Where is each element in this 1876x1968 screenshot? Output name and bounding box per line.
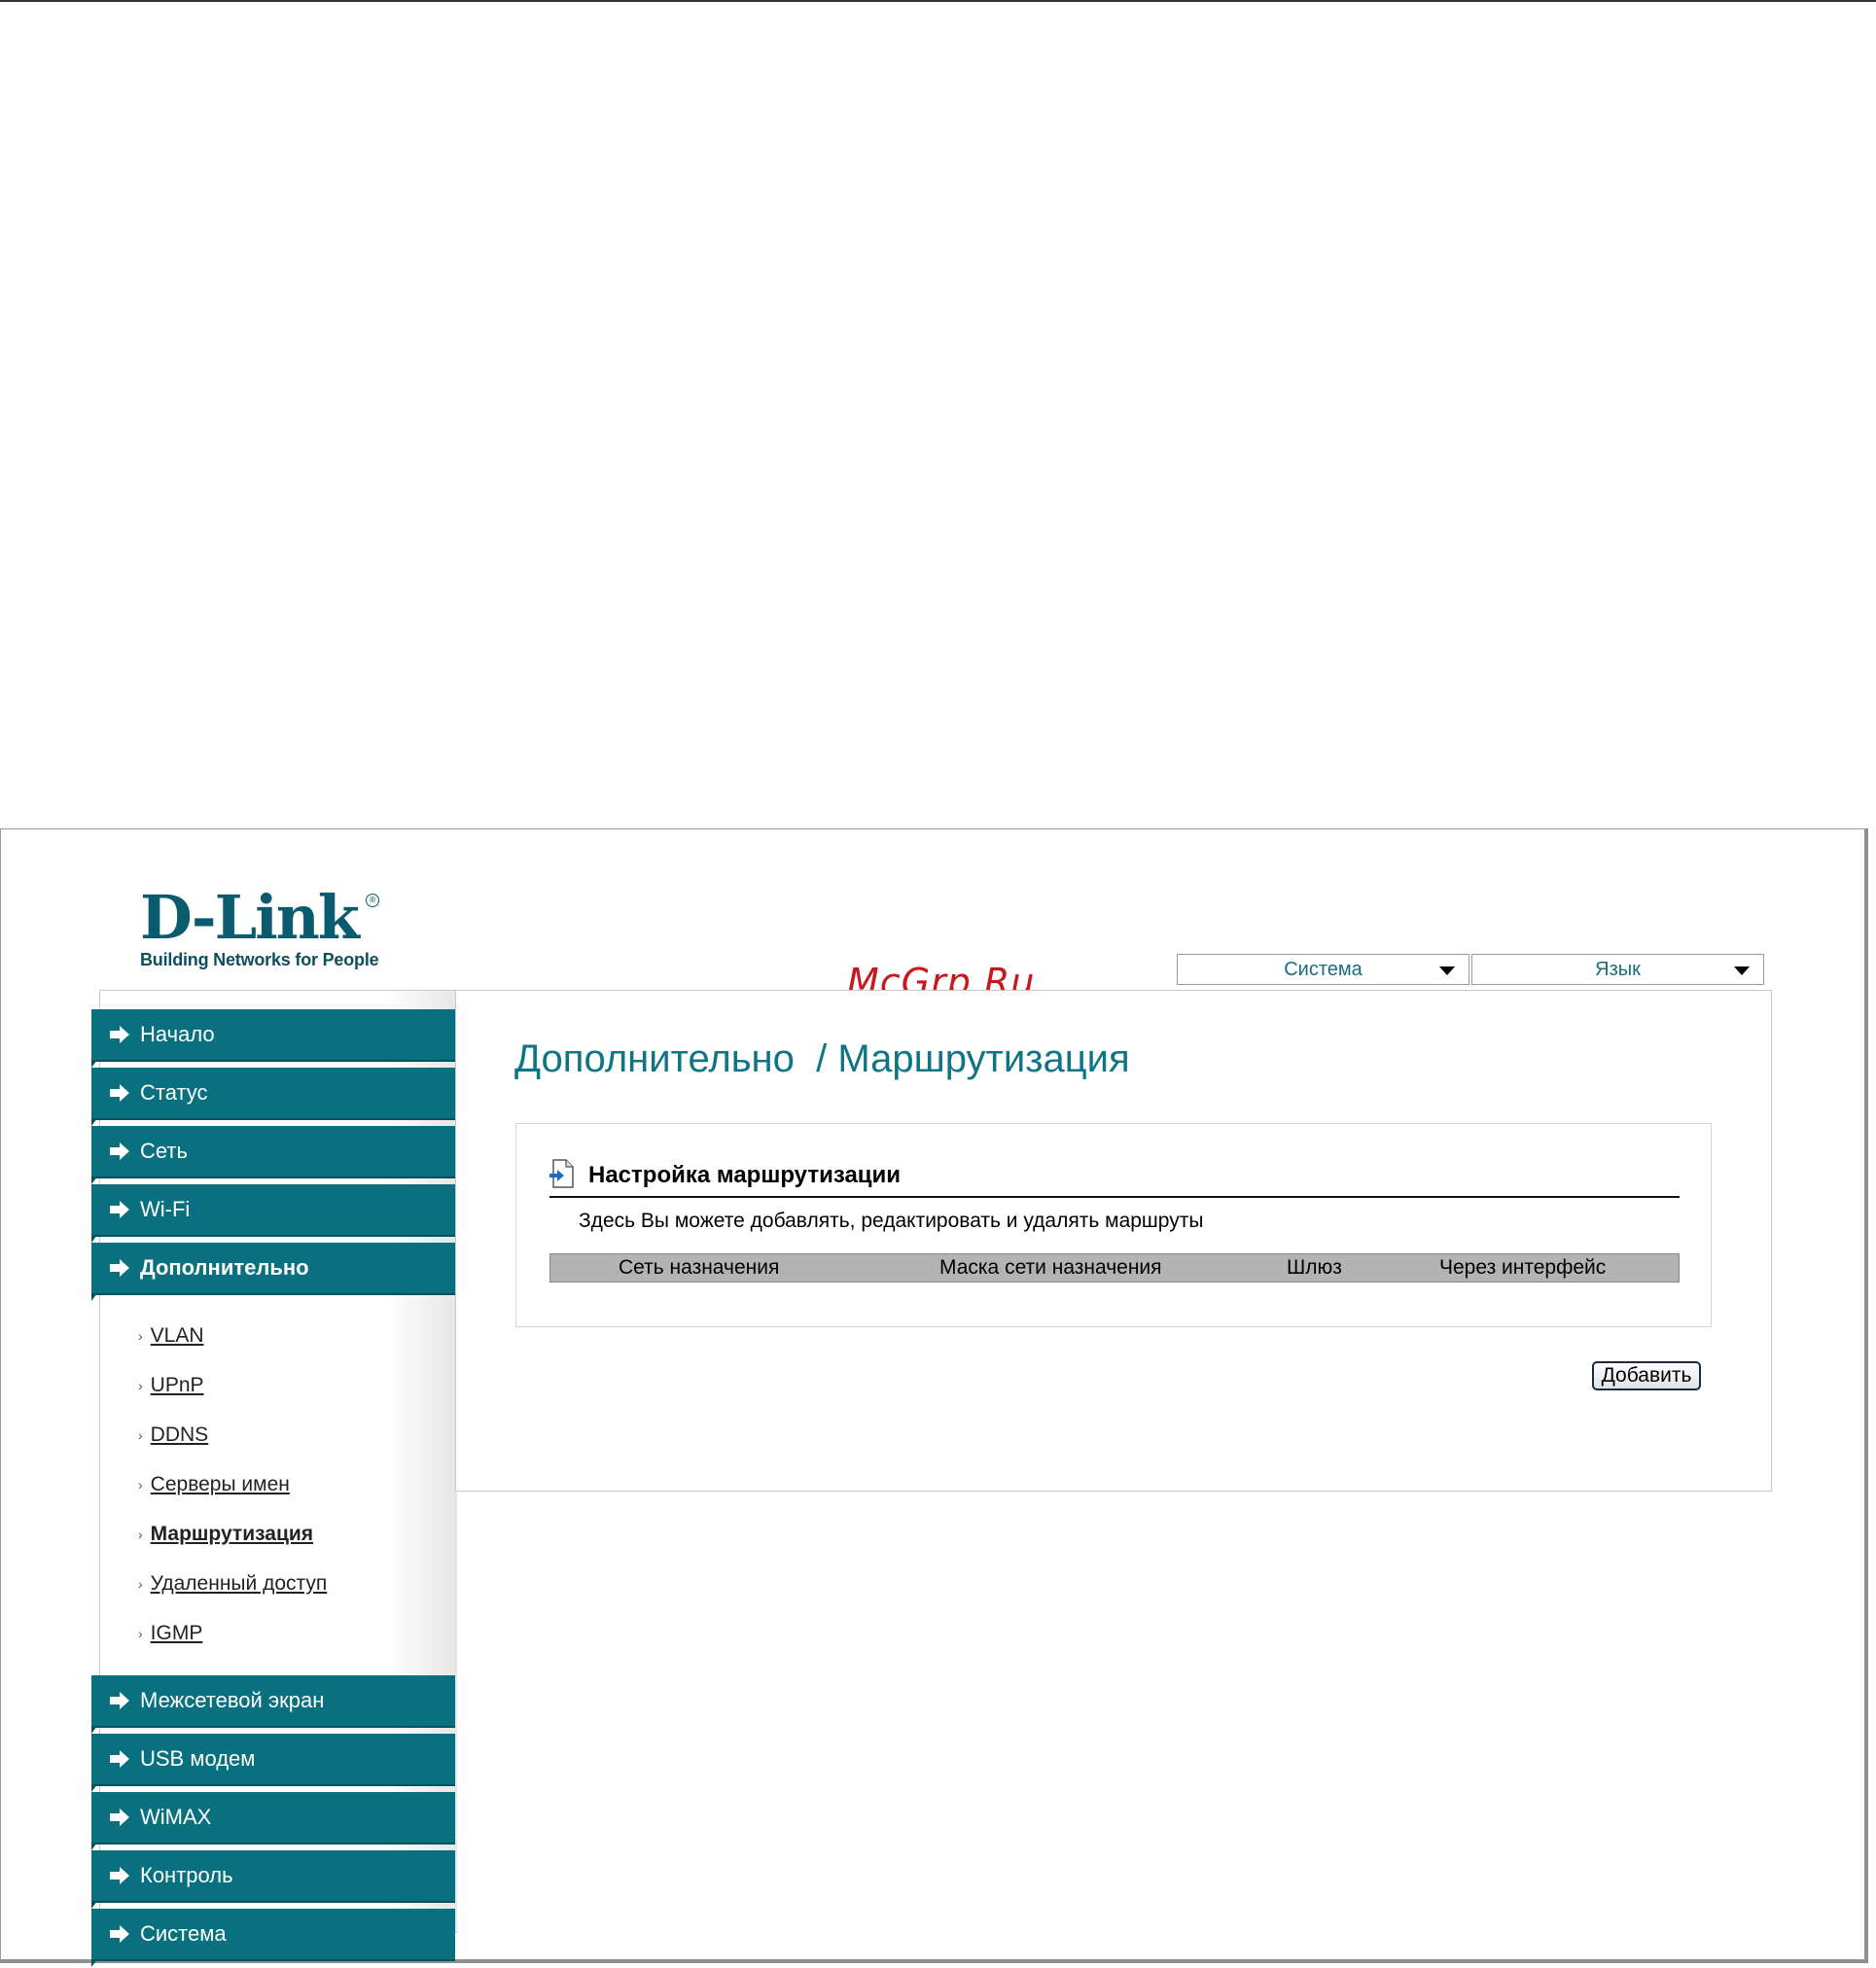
submenu-link-upnp[interactable]: UPnP <box>151 1374 204 1397</box>
sidebar-item-control[interactable]: Контроль <box>91 1850 455 1909</box>
page-title: Дополнительно / Маршрутизация <box>514 1037 1130 1080</box>
arrow-right-icon <box>109 1749 130 1769</box>
router-admin-window: D-Link ® Building Networks for People Си… <box>0 828 1868 1967</box>
sidebar-item-system[interactable]: Система <box>91 1909 455 1967</box>
top-rule <box>0 0 1876 2</box>
section-header: Настройка маршрутизации <box>549 1159 901 1192</box>
submenu-item-vlan: › VLAN <box>138 1311 455 1360</box>
sidebar-item-label: WiMAX <box>140 1805 212 1829</box>
column-header-destination: Сеть назначения <box>619 1256 780 1279</box>
registered-mark: ® <box>366 894 379 907</box>
submenu-link-vlan[interactable]: VLAN <box>151 1324 204 1348</box>
submenu-item-routing: › Маршрутизация <box>138 1509 455 1559</box>
sidebar-item-label: Система <box>140 1921 227 1946</box>
content-panel: Дополнительно / Маршрутизация Настройка … <box>455 990 1772 1492</box>
sidebar-item-status[interactable]: Статус <box>91 1068 455 1126</box>
bullet-icon: › <box>138 1476 143 1493</box>
sidebar-item-label: Сеть <box>140 1139 188 1163</box>
system-select[interactable]: Система <box>1177 954 1469 985</box>
submenu-link-dns[interactable]: Серверы имен <box>151 1473 290 1496</box>
sidebar-item-network[interactable]: Сеть <box>91 1126 455 1184</box>
bullet-icon: › <box>138 1526 143 1542</box>
sidebar-item-label: Начало <box>140 1022 215 1046</box>
routes-table-header: Сеть назначения Маска сети назначения Шл… <box>549 1253 1680 1283</box>
sidebar-item-firewall[interactable]: Межсетевой экран <box>91 1675 455 1734</box>
bullet-icon: › <box>138 1426 143 1443</box>
sidebar-item-usb-modem[interactable]: USB модем <box>91 1734 455 1792</box>
sidebar-item-advanced[interactable]: Дополнительно <box>91 1243 455 1301</box>
chevron-down-icon <box>1439 966 1455 975</box>
bullet-icon: › <box>138 1377 143 1393</box>
page-arrow-icon <box>549 1159 575 1192</box>
sidebar-item-label: Дополнительно <box>140 1255 309 1280</box>
sidebar-item-start[interactable]: Начало <box>91 1009 455 1068</box>
arrow-right-icon <box>109 1866 130 1885</box>
advanced-submenu: › VLAN › UPnP › DDNS › Серверы имен › Ма… <box>91 1301 455 1675</box>
bullet-icon: › <box>138 1327 143 1344</box>
arrow-right-icon <box>109 1083 130 1103</box>
sidebar-item-label: USB модем <box>140 1746 256 1771</box>
section-divider <box>549 1196 1680 1198</box>
submenu-item-ddns: › DDNS <box>138 1410 455 1459</box>
sidebar-item-label: Статус <box>140 1080 208 1105</box>
sidebar-item-wimax[interactable]: WiMAX <box>91 1792 455 1850</box>
submenu-item-dns: › Серверы имен <box>138 1459 455 1509</box>
sidebar-menu: Начало Статус Сеть Wi-Fi Дополнительно ›… <box>91 1009 455 1967</box>
column-header-gateway: Шлюз <box>1287 1256 1342 1279</box>
add-button[interactable]: Добавить <box>1592 1361 1701 1390</box>
submenu-item-igmp: › IGMP <box>138 1608 455 1658</box>
submenu-link-routing[interactable]: Маршрутизация <box>151 1523 313 1546</box>
logo-wordmark: D-Link <box>140 882 360 953</box>
arrow-right-icon <box>109 1142 130 1161</box>
chevron-down-icon <box>1734 966 1750 975</box>
sidebar-item-wifi[interactable]: Wi-Fi <box>91 1184 455 1243</box>
bullet-icon: › <box>138 1625 143 1641</box>
routing-settings-section: Настройка маршрутизации Здесь Вы можете … <box>515 1123 1712 1327</box>
sidebar-item-label: Wi-Fi <box>140 1197 191 1221</box>
language-select-label: Язык <box>1595 959 1641 980</box>
arrow-right-icon <box>109 1808 130 1827</box>
arrow-right-icon <box>109 1200 130 1219</box>
submenu-link-igmp[interactable]: IGMP <box>151 1622 203 1645</box>
dlink-logo: D-Link ® Building Networks for People <box>140 882 379 970</box>
bullet-icon: › <box>138 1575 143 1592</box>
section-title: Настройка маршрутизации <box>588 1162 902 1188</box>
arrow-right-icon <box>109 1258 130 1278</box>
system-select-label: Система <box>1284 959 1363 980</box>
submenu-link-remote-access[interactable]: Удаленный доступ <box>151 1572 328 1596</box>
column-header-interface: Через интерфейс <box>1439 1256 1607 1279</box>
language-select[interactable]: Язык <box>1471 954 1764 985</box>
sidebar-item-label: Контроль <box>140 1863 233 1887</box>
column-header-netmask: Маска сети назначения <box>939 1256 1162 1279</box>
section-description: Здесь Вы можете добавлять, редактировать… <box>579 1210 1204 1232</box>
arrow-right-icon <box>109 1025 130 1044</box>
submenu-link-ddns[interactable]: DDNS <box>151 1423 209 1447</box>
top-selects: Система Язык <box>1177 954 1764 985</box>
arrow-right-icon <box>109 1691 130 1710</box>
arrow-right-icon <box>109 1924 130 1944</box>
submenu-item-upnp: › UPnP <box>138 1360 455 1410</box>
logo-tagline: Building Networks for People <box>140 950 379 969</box>
submenu-item-remote-access: › Удаленный доступ <box>138 1559 455 1608</box>
sidebar-item-label: Межсетевой экран <box>140 1688 325 1712</box>
